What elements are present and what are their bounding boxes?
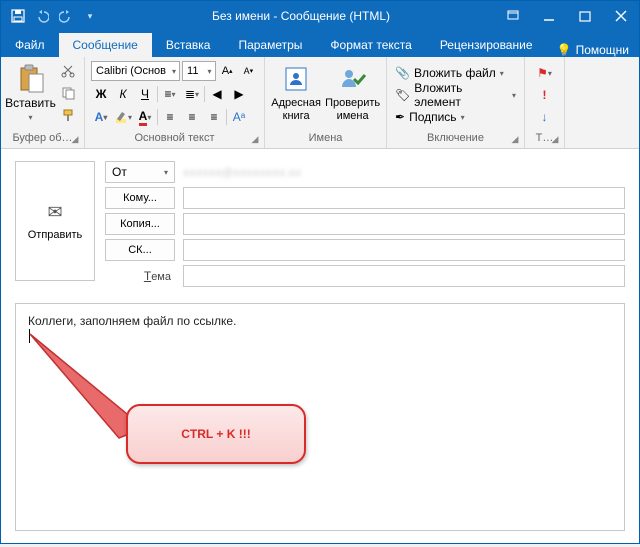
save-icon[interactable] (7, 5, 29, 27)
underline-button[interactable]: Ч (135, 84, 155, 104)
bold-button[interactable]: Ж (91, 84, 111, 104)
font-dialog-launcher[interactable]: ◢ (249, 133, 261, 145)
send-button[interactable]: ✉ Отправить (15, 161, 95, 281)
body-text: Коллеги, заполняем файл по ссылке. (28, 314, 612, 328)
check-names-button[interactable]: Проверить имена (325, 61, 380, 132)
close-icon[interactable] (603, 1, 639, 31)
message-body[interactable]: Коллеги, заполняем файл по ссылке. CTRL … (15, 303, 625, 531)
align-left-icon[interactable]: ≡ (160, 107, 180, 127)
titlebar: ▾ Без имени - Сообщение (HTML) (1, 1, 639, 31)
bcc-button[interactable]: СК... (105, 239, 175, 261)
font-family-select[interactable]: Calibri (Основ (91, 61, 180, 81)
align-center-icon[interactable]: ≡ (182, 107, 202, 127)
clipboard-dialog-launcher[interactable]: ◢ (69, 133, 81, 145)
low-importance-icon[interactable]: ↓ (535, 107, 555, 127)
from-button[interactable]: От▾ (105, 161, 175, 183)
include-dialog-launcher[interactable]: ◢ (509, 133, 521, 145)
follow-up-flag-icon[interactable]: ⚑ (535, 63, 555, 83)
maximize-icon[interactable] (567, 1, 603, 31)
font-color-icon[interactable]: A (135, 107, 155, 127)
annotation-callout: CTRL + K !!! (126, 404, 306, 464)
ribbon-tabs: Файл Сообщение Вставка Параметры Формат … (1, 31, 639, 57)
numbering-icon[interactable]: ≣ (182, 84, 202, 104)
address-book-button[interactable]: Адресная книга (271, 61, 321, 132)
font-size-select[interactable]: 11 (182, 61, 215, 81)
group-font: Calibri (Основ 11 A▴ A▾ Ж К Ч ≡ ≣ ◀ ▶ (85, 57, 265, 148)
cc-field[interactable] (183, 213, 625, 235)
attach-item-icon: 🏷 (395, 88, 410, 102)
signature-button[interactable]: ✒Подпись▾ (393, 107, 518, 127)
cut-icon[interactable] (58, 61, 78, 81)
from-value: ⅹⅹⅹⅹⅹⅹ@ⅹⅹⅹⅹⅹⅹⅹⅹ.ⅹⅹ (183, 166, 301, 179)
group-names: Адресная книга Проверить имена Имена (265, 57, 387, 148)
tell-me[interactable]: 💡Помощни (547, 43, 639, 57)
ribbon: Вставить▾ Буфер об… ◢ Calibri (Основ 11 … (1, 57, 639, 149)
paste-button[interactable]: Вставить▾ (7, 61, 54, 132)
high-importance-icon[interactable]: ! (535, 85, 555, 105)
tab-insert[interactable]: Вставка (152, 33, 225, 57)
signature-icon: ✒ (395, 110, 405, 124)
paperclip-icon: 📎 (395, 66, 410, 80)
italic-button[interactable]: К (113, 84, 133, 104)
format-painter-icon[interactable] (58, 105, 78, 125)
outdent-icon[interactable]: ◀ (207, 84, 227, 104)
group-include: 📎Вложить файл▾ 🏷Вложить элемент▾ ✒Подпис… (387, 57, 525, 148)
text-cursor (29, 329, 30, 343)
text-effects-icon[interactable]: A (91, 107, 111, 127)
cc-button[interactable]: Копия... (105, 213, 175, 235)
attach-file-button[interactable]: 📎Вложить файл▾ (393, 63, 518, 83)
quick-access-toolbar: ▾ (1, 5, 107, 27)
clear-formatting-icon[interactable]: Aᵃ (229, 107, 249, 127)
tab-message[interactable]: Сообщение (59, 33, 152, 57)
group-clipboard: Вставить▾ Буфер об… ◢ (1, 57, 85, 148)
tab-review[interactable]: Рецензирование (426, 33, 547, 57)
copy-icon[interactable] (58, 83, 78, 103)
attach-item-button[interactable]: 🏷Вложить элемент▾ (393, 85, 518, 105)
bulb-icon: 💡 (557, 43, 572, 57)
group-tags: ⚑ ! ↓ Т… ◢ (525, 57, 565, 148)
qat-more-icon[interactable]: ▾ (79, 5, 101, 27)
redo-icon[interactable] (55, 5, 77, 27)
compose-area: ✉ Отправить От▾ ⅹⅹⅹⅹⅹⅹ@ⅹⅹⅹⅹⅹⅹⅹⅹ.ⅹⅹ Кому.… (1, 149, 639, 543)
tab-file[interactable]: Файл (1, 33, 59, 57)
tab-options[interactable]: Параметры (224, 33, 316, 57)
window-collapse-icon[interactable] (495, 1, 531, 31)
minimize-icon[interactable] (531, 1, 567, 31)
bullets-icon[interactable]: ≡ (160, 84, 180, 104)
address-book-icon (280, 63, 312, 95)
subject-field[interactable] (183, 265, 625, 287)
bcc-field[interactable] (183, 239, 625, 261)
to-button[interactable]: Кому... (105, 187, 175, 209)
align-right-icon[interactable]: ≡ (204, 107, 224, 127)
highlight-icon[interactable] (113, 107, 133, 127)
grow-font-icon[interactable]: A▴ (218, 61, 237, 81)
check-names-icon (337, 63, 369, 95)
window-title: Без имени - Сообщение (HTML) (107, 9, 495, 23)
paste-icon (15, 63, 47, 95)
undo-icon[interactable] (31, 5, 53, 27)
tab-format[interactable]: Формат текста (316, 33, 425, 57)
subject-label: Тема (105, 269, 175, 284)
shrink-font-icon[interactable]: A▾ (239, 61, 258, 81)
indent-icon[interactable]: ▶ (229, 84, 249, 104)
tags-dialog-launcher[interactable]: ◢ (549, 133, 561, 145)
to-field[interactable] (183, 187, 625, 209)
send-icon: ✉ (47, 202, 62, 223)
